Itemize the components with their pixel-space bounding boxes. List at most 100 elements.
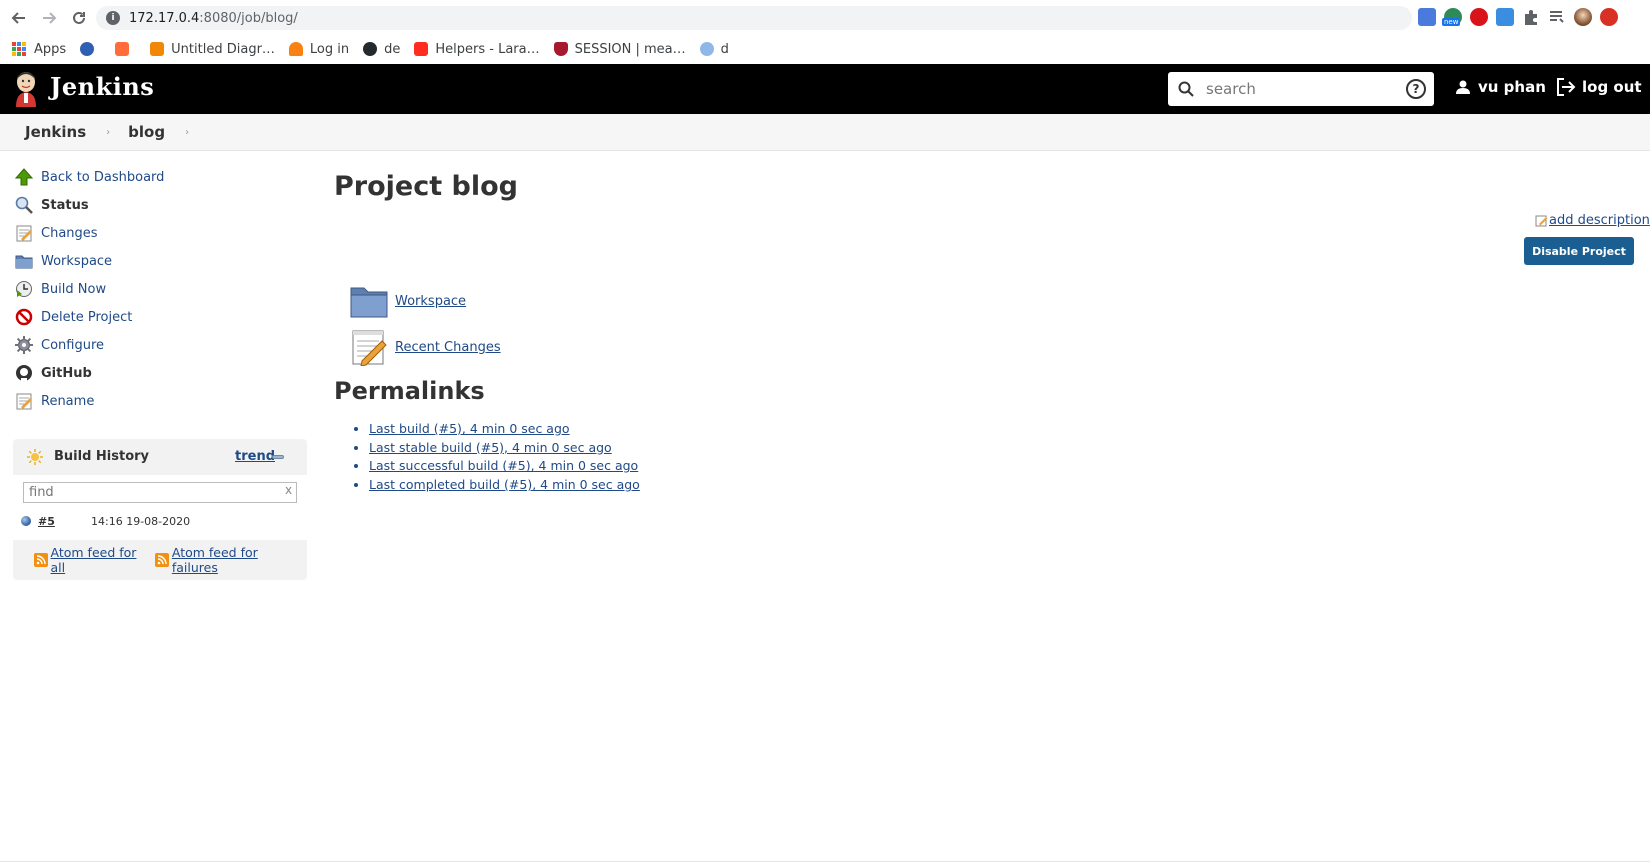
gear-icon (14, 335, 34, 355)
collapse-icon[interactable] (272, 455, 284, 459)
clear-find-icon[interactable]: x (285, 483, 292, 497)
trend-link[interactable]: trend (235, 449, 275, 464)
build-row: #5 14:16 19-08-2020 (21, 511, 299, 531)
rss-feed-icon[interactable] (155, 553, 169, 567)
task-status[interactable]: Status (14, 191, 304, 219)
clock-play-icon (14, 279, 34, 299)
task-back-to-dashboard[interactable]: Back to Dashboard (14, 163, 304, 191)
ext-badge-text: new (1442, 18, 1461, 26)
atom-feed-all-link[interactable]: Atom feed for all (51, 545, 152, 575)
build-history-header: Build History trend (13, 439, 307, 473)
jenkins-butler-logo[interactable] (13, 71, 39, 107)
task-label: Status (41, 197, 89, 213)
add-description-link[interactable]: add description (1535, 213, 1650, 228)
task-workspace[interactable]: Workspace (14, 247, 304, 275)
task-build-now[interactable]: Build Now (14, 275, 304, 303)
permalink-item[interactable]: Last completed build (#5), 4 min 0 sec a… (369, 477, 640, 496)
laravel-icon (414, 42, 429, 56)
permalink-item[interactable]: Last successful build (#5), 4 min 0 sec … (369, 458, 640, 477)
build-number-link[interactable]: #5 (38, 515, 91, 528)
bookmark-laravel[interactable]: Helpers - Lara… (414, 42, 540, 57)
bookmark-label: d (720, 41, 729, 57)
url-host: 172.17.0.4 (129, 10, 200, 26)
permalink-item[interactable]: Last build (#5), 4 min 0 sec ago (369, 421, 640, 440)
page-title: Project blog (334, 171, 518, 202)
breadcrumb-jenkins[interactable]: Jenkins (25, 123, 86, 141)
disable-project-button[interactable]: Disable Project (1524, 237, 1634, 265)
permalink-last-completed-build[interactable]: Last completed build (#5), 4 min 0 sec a… (369, 477, 640, 492)
task-rename[interactable]: Rename (14, 387, 304, 415)
jenkins-header: Jenkins ? vu phan log out (0, 64, 1650, 114)
notepad-icon (14, 391, 34, 411)
up-arrow-icon (14, 167, 34, 187)
user-icon (1456, 80, 1470, 94)
s-brand-icon (80, 42, 95, 56)
task-github[interactable]: GitHub (14, 359, 304, 387)
build-history-widget: Build History trend x #5 14:16 19-08-202… (13, 439, 307, 580)
breadcrumb-separator-icon[interactable]: › (185, 127, 189, 138)
folder-icon (350, 287, 388, 318)
bookmark-d[interactable]: d (699, 41, 729, 57)
update-icon[interactable] (1600, 8, 1618, 26)
url-path: :8080/job/blog/ (199, 10, 298, 26)
jenkins-logo-text[interactable]: Jenkins (50, 72, 154, 101)
permalinks-list: Last build (#5), 4 min 0 sec ago Last st… (353, 421, 640, 496)
permalink-last-successful-build[interactable]: Last successful build (#5), 4 min 0 sec … (369, 458, 638, 473)
breadcrumb-separator-icon[interactable]: › (106, 127, 110, 138)
fi-icon[interactable] (1496, 8, 1514, 26)
blue-ball-status-icon (21, 516, 31, 526)
user-link[interactable]: vu phan (1455, 78, 1546, 96)
bookmark-session[interactable]: SESSION | mea… (553, 42, 686, 57)
reload-icon[interactable] (68, 7, 90, 29)
site-info-icon[interactable]: i (106, 11, 120, 25)
user-name: vu phan (1478, 78, 1546, 96)
task-label: Rename (41, 393, 95, 409)
help-icon[interactable]: ? (1406, 79, 1426, 99)
bookmark-apps[interactable]: Apps (12, 42, 66, 57)
folder-icon (14, 251, 34, 271)
recent-changes-label: Recent Changes (395, 339, 501, 355)
build-find-input[interactable] (23, 482, 297, 503)
bookmark-orange[interactable] (115, 42, 136, 56)
forward-arrow-icon[interactable] (38, 7, 60, 29)
reading-list-icon[interactable] (1548, 8, 1566, 26)
puzzle-icon[interactable] (1522, 8, 1540, 26)
shield-crest-icon (553, 42, 568, 56)
permalink-last-stable-build[interactable]: Last stable build (#5), 4 min 0 sec ago (369, 440, 612, 455)
apps-grid-icon (12, 42, 26, 56)
extension-icons: new (1418, 8, 1618, 26)
side-panel-tasks: Back to Dashboard Status Changes Workspa… (14, 163, 304, 415)
notepad-icon (352, 330, 387, 366)
ublock-icon[interactable] (1470, 8, 1488, 26)
permalink-last-build[interactable]: Last build (#5), 4 min 0 sec ago (369, 421, 570, 436)
build-time: 14:16 19-08-2020 (91, 514, 191, 528)
translate-icon[interactable] (1418, 8, 1436, 26)
page-bottom-divider (0, 861, 1650, 862)
bookmark-s-brand[interactable] (80, 42, 101, 56)
address-bar[interactable]: i 172.17.0.4:8080/job/blog/ (96, 6, 1412, 30)
task-configure[interactable]: Configure (14, 331, 304, 359)
search-input[interactable] (1206, 80, 1396, 98)
back-arrow-icon[interactable] (8, 7, 30, 29)
bookmark-github[interactable]: de (363, 42, 400, 57)
breadcrumb-blog[interactable]: blog (128, 123, 165, 141)
logout-link[interactable]: log out (1556, 78, 1642, 96)
workspace-link[interactable]: Workspace (350, 282, 466, 320)
bookmark-label: de (384, 41, 401, 57)
task-delete-project[interactable]: Delete Project (14, 303, 304, 331)
profile-avatar-icon[interactable] (1574, 8, 1592, 26)
rss-feed-icon[interactable] (34, 553, 48, 567)
bookmark-moodle[interactable]: Log in (288, 42, 349, 57)
bookmark-drawio[interactable]: Untitled Diagr… (150, 42, 275, 57)
task-label: Configure (41, 337, 105, 353)
recent-changes-link[interactable]: Recent Changes (350, 328, 501, 366)
task-changes[interactable]: Changes (14, 219, 304, 247)
search-box: ? (1168, 72, 1434, 106)
permalink-item[interactable]: Last stable build (#5), 4 min 0 sec ago (369, 440, 640, 459)
bookmark-label: Untitled Diagr… (171, 41, 275, 57)
task-label: GitHub (41, 365, 92, 381)
bookmarks-bar: Apps Untitled Diagr… Log in de Helpers -… (0, 35, 1650, 63)
search-icon (1178, 81, 1194, 97)
atom-feed-failures-link[interactable]: Atom feed for failures (172, 545, 303, 575)
new-badge-icon[interactable]: new (1442, 8, 1462, 26)
